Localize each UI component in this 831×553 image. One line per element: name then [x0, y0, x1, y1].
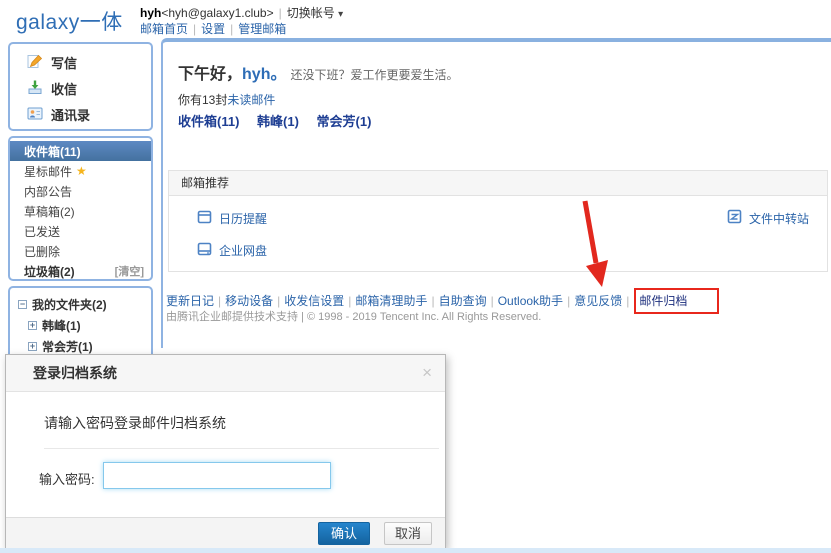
chevron-down-icon: ▾	[338, 9, 343, 20]
folder-drafts[interactable]: 草稿箱(2)	[10, 201, 151, 221]
receive-mail-icon	[27, 79, 43, 98]
sidebar-folders-box: 收件箱(11) 星标邮件 ★ 内部公告 草稿箱(2) 已发送 已删除 垃圾箱(2…	[8, 136, 153, 281]
recommend-calendar[interactable]: 日历提醒	[197, 209, 267, 227]
sidebar-item-contacts[interactable]: 通讯录	[10, 101, 151, 127]
link-send-receive-settings[interactable]: 收发信设置	[284, 294, 344, 308]
copyright-text: 由腾讯企业邮提供技术支持 | © 1998 - 2019 Tencent Inc…	[166, 308, 541, 324]
sidebar-item-compose[interactable]: 写信	[10, 49, 151, 75]
nav-mail-home[interactable]: 邮箱首页	[140, 22, 188, 36]
sidebar-actions-box: 写信 收信 通讯录	[8, 42, 153, 131]
file-transfer-icon	[727, 209, 742, 227]
login-archive-dialog: 登录归档系统 × 请输入密码登录邮件归档系统 输入密码: 确认 取消	[5, 354, 446, 549]
recommend-file-transfer[interactable]: 文件中转站	[727, 209, 809, 227]
folder-deleted[interactable]: 已删除	[10, 241, 151, 261]
recommend-panel: 邮箱推荐 日历提醒 企业网盘 文件中转站	[168, 170, 828, 272]
link-cleanup-assistant[interactable]: 邮箱清理助手	[355, 294, 427, 308]
password-label: 输入密码:	[39, 469, 95, 488]
collapse-icon[interactable]: −	[18, 300, 27, 309]
folder-spam[interactable]: 垃圾箱(2) [清空]	[10, 261, 151, 281]
nav-settings[interactable]: 设置	[201, 22, 225, 36]
dialog-title: 登录归档系统	[6, 355, 445, 392]
greeting-hello: 下午好，	[178, 66, 242, 83]
switch-account-link[interactable]: 切换帐号	[287, 6, 335, 20]
unread-summary: 你有13封未读邮件	[178, 91, 275, 108]
close-icon[interactable]: ×	[422, 363, 432, 383]
confirm-button[interactable]: 确认	[318, 522, 370, 545]
greeting-username: hyh。	[242, 66, 286, 83]
quick-link-inbox[interactable]: 收件箱(11)	[178, 114, 239, 129]
link-mobile-device[interactable]: 移动设备	[225, 294, 273, 308]
folder-inbox[interactable]: 收件箱(11)	[10, 141, 151, 161]
password-input[interactable]	[103, 462, 331, 489]
header-nav: 邮箱首页|设置|管理邮箱	[140, 20, 286, 37]
cancel-button[interactable]: 取消	[384, 522, 432, 545]
tree-my-folders[interactable]: − 我的文件夹(2)	[10, 294, 151, 315]
bottom-edge-strip	[0, 548, 831, 553]
app-logo: galaxy一体	[16, 6, 123, 36]
contacts-card-icon	[27, 105, 43, 124]
expand-icon[interactable]: +	[28, 321, 37, 330]
sidebar-item-receive[interactable]: 收信	[10, 75, 151, 101]
dialog-message: 请输入密码登录邮件归档系统	[44, 413, 226, 433]
link-outlook-assistant[interactable]: Outlook助手	[498, 294, 563, 308]
recommend-title: 邮箱推荐	[168, 170, 828, 196]
expand-icon[interactable]: +	[28, 342, 37, 351]
account-email: <hyh@galaxy1.club>	[161, 6, 273, 20]
recommend-body: 日历提醒 企业网盘 文件中转站	[168, 196, 828, 272]
tree-folder-hanfeng[interactable]: + 韩峰(1)	[10, 315, 151, 336]
account-info: hyh<hyh@galaxy1.club>|切换帐号 ▾	[140, 4, 343, 21]
mail-archive-highlight-box: 邮件归档	[634, 288, 719, 314]
disk-icon	[197, 241, 212, 259]
folder-sent[interactable]: 已发送	[10, 221, 151, 241]
unread-mail-link[interactable]: 未读邮件	[227, 93, 275, 107]
compose-pencil-icon	[27, 53, 43, 72]
quick-links: 收件箱(11) 韩峰(1) 常会芳(1)	[178, 111, 385, 130]
folder-starred[interactable]: 星标邮件 ★	[10, 161, 151, 181]
recommend-netdisk[interactable]: 企业网盘	[197, 241, 267, 259]
folder-announcements[interactable]: 内部公告	[10, 181, 151, 201]
link-mail-archive[interactable]: 邮件归档	[639, 294, 687, 308]
nav-manage-mailbox[interactable]: 管理邮箱	[238, 22, 286, 36]
greeting-tip: 还没下班？爱工作更要爱生活。	[290, 68, 458, 82]
calendar-icon	[197, 209, 212, 227]
link-self-service[interactable]: 自助查询	[439, 294, 487, 308]
star-icon: ★	[76, 164, 87, 178]
greeting: 下午好，hyh。还没下班？爱工作更要爱生活。	[178, 60, 458, 84]
empty-spam-link[interactable]: [清空]	[115, 263, 144, 279]
quick-link-changhuifang[interactable]: 常会芳(1)	[317, 114, 372, 129]
link-update-diary[interactable]: 更新日记	[166, 294, 214, 308]
link-feedback[interactable]: 意见反馈	[574, 294, 622, 308]
dialog-footer: 确认 取消	[6, 517, 445, 548]
quick-link-hanfeng[interactable]: 韩峰(1)	[257, 114, 299, 129]
account-name: hyh	[140, 6, 161, 20]
dialog-divider	[44, 448, 439, 449]
